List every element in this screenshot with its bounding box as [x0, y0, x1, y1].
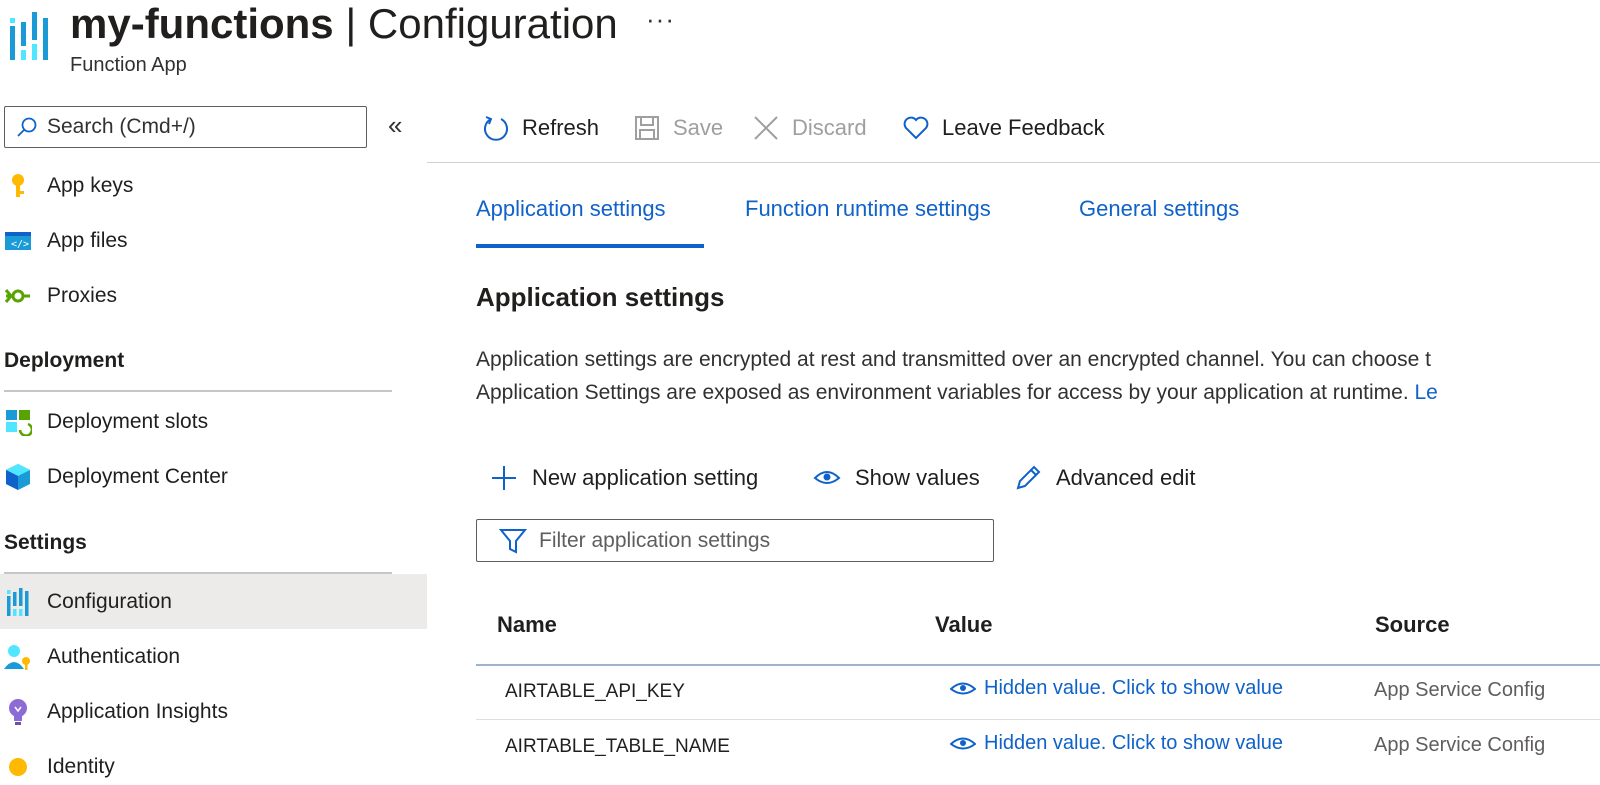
svg-text:</>: </>: [11, 239, 29, 250]
title-separator: |: [333, 0, 368, 47]
filter-settings-input[interactable]: [539, 528, 959, 553]
eye-icon: [950, 682, 976, 694]
hidden-value-label: Hidden value. Click to show value: [984, 732, 1284, 754]
setting-source: App Service Config: [1374, 734, 1546, 756]
new-application-setting-button[interactable]: New application setting: [490, 458, 758, 498]
section-divider: [4, 390, 392, 392]
save-icon: [635, 116, 659, 140]
hidden-value-label: Hidden value. Click to show value: [984, 677, 1284, 699]
sidebar-item-deployment-slots[interactable]: Deployment slots: [0, 394, 427, 449]
refresh-button[interactable]: Refresh: [482, 108, 599, 148]
close-icon: [754, 116, 778, 140]
sidebar-item-authentication[interactable]: Authentication: [0, 629, 427, 684]
active-tab-indicator: [476, 244, 704, 248]
leave-feedback-label: Leave Feedback: [942, 115, 1105, 140]
sidebar-item-label: Application Insights: [47, 699, 228, 723]
refresh-icon: [484, 116, 508, 141]
pencil-icon: [1016, 465, 1041, 490]
setting-source: App Service Config: [1374, 679, 1546, 701]
sidebar-item-app-files[interactable]: </> App files: [0, 213, 427, 268]
code-file-icon: </>: [3, 226, 33, 256]
save-label: Save: [673, 115, 724, 140]
save-button[interactable]: Save: [633, 108, 723, 148]
sidebar-item-proxies[interactable]: Proxies: [0, 268, 427, 323]
setting-name: AIRTABLE_API_KEY: [505, 681, 685, 702]
tab-application-settings[interactable]: Application settings: [476, 196, 666, 222]
tab-general-settings[interactable]: General settings: [1079, 196, 1239, 222]
function-app-icon: [10, 12, 48, 60]
sidebar-item-label: Identity: [47, 754, 115, 778]
identity-icon: [3, 752, 33, 782]
sidebar-item-label: App files: [47, 228, 128, 252]
more-options-button[interactable]: ···: [646, 4, 675, 35]
sidebar-item-application-insights[interactable]: Application Insights: [0, 684, 427, 739]
description-line-1: Application settings are encrypted at re…: [476, 348, 1431, 371]
sidebar-item-label: App keys: [47, 173, 134, 197]
command-bar: Refresh Save Discard Leave Feedback: [427, 96, 1600, 163]
search-icon: [17, 117, 37, 137]
key-icon: [3, 171, 33, 201]
resource-type: Function App: [70, 54, 187, 76]
learn-more-link[interactable]: Le: [1415, 381, 1438, 404]
heart-icon: [903, 116, 929, 140]
description-text: Application Settings are exposed as envi…: [476, 381, 1415, 404]
discard-button[interactable]: Discard: [752, 108, 867, 148]
configuration-icon: [3, 587, 33, 617]
sidebar-item-deployment-center[interactable]: Deployment Center: [0, 449, 427, 504]
eye-icon: [813, 471, 841, 484]
deployment-slots-icon: [3, 407, 33, 437]
show-values-label: Show values: [855, 465, 980, 490]
eye-icon: [950, 737, 976, 749]
section-header-settings: Settings: [4, 531, 87, 554]
hidden-value-link[interactable]: Hidden value. Click to show value: [950, 732, 1283, 755]
leave-feedback-button[interactable]: Leave Feedback: [902, 108, 1105, 148]
hidden-value-link[interactable]: Hidden value. Click to show value: [950, 677, 1283, 700]
sidebar-item-app-keys[interactable]: App keys: [0, 158, 427, 213]
tab-function-runtime-settings[interactable]: Function runtime settings: [745, 196, 991, 222]
plus-icon: [492, 466, 516, 490]
proxy-icon: [3, 281, 33, 311]
resource-name: my-functions: [70, 0, 334, 47]
advanced-edit-label: Advanced edit: [1056, 465, 1196, 490]
table-row[interactable]: AIRTABLE_API_KEY Hidden value. Click to …: [476, 665, 1600, 720]
sidebar-item-label: Authentication: [47, 644, 181, 668]
refresh-label: Refresh: [522, 115, 600, 140]
discard-label: Discard: [792, 115, 867, 140]
page-title: my-functions | Configuration: [70, 0, 618, 48]
sidebar-item-label: Deployment Center: [47, 464, 228, 488]
advanced-edit-button[interactable]: Advanced edit: [1014, 458, 1195, 498]
sidebar-search-input[interactable]: [47, 115, 347, 139]
deployment-center-icon: [3, 462, 33, 492]
section-header-deployment: Deployment: [4, 349, 125, 372]
page-name: Configuration: [367, 0, 618, 47]
sidebar: « App keys </> App files Proxies Deploym…: [0, 96, 427, 785]
filter-settings-box[interactable]: [476, 519, 994, 562]
setting-name: AIRTABLE_TABLE_NAME: [505, 736, 730, 757]
column-header-source[interactable]: Source: [1375, 612, 1450, 638]
sidebar-item-label: Deployment slots: [47, 409, 209, 433]
sidebar-item-identity[interactable]: Identity: [0, 739, 427, 785]
column-header-name[interactable]: Name: [497, 612, 557, 638]
lightbulb-icon: [3, 697, 33, 727]
sidebar-item-configuration[interactable]: Configuration: [0, 574, 427, 629]
section-title: Application settings: [476, 282, 725, 312]
sidebar-item-label: Proxies: [47, 283, 118, 307]
collapse-sidebar-button[interactable]: «: [388, 110, 402, 141]
show-values-button[interactable]: Show values: [813, 458, 980, 498]
description-line-2: Application Settings are exposed as envi…: [476, 381, 1438, 405]
filter-icon: [499, 528, 527, 554]
sidebar-item-label: Configuration: [47, 589, 172, 613]
page-header: my-functions | Configuration ··· Functio…: [0, 0, 1600, 90]
sidebar-search[interactable]: [4, 106, 367, 148]
table-row[interactable]: AIRTABLE_TABLE_NAME Hidden value. Click …: [476, 720, 1600, 775]
column-header-value[interactable]: Value: [935, 612, 992, 638]
new-application-setting-label: New application setting: [532, 465, 759, 490]
authentication-icon: [3, 642, 33, 672]
